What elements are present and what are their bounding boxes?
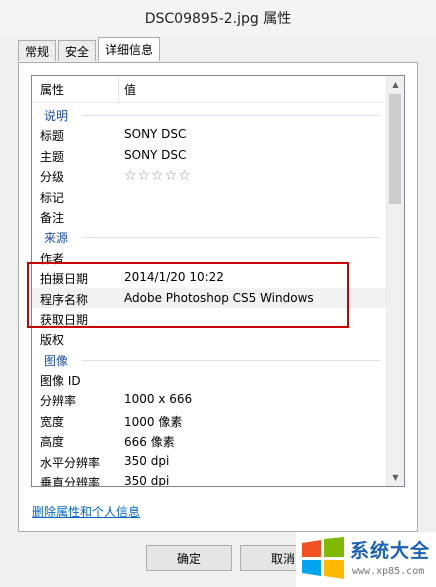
- property-row[interactable]: 分辨率 1000 x 666: [32, 389, 386, 409]
- property-value: SONY DSC: [124, 147, 187, 162]
- column-separator[interactable]: [118, 76, 119, 102]
- rating-stars-icon[interactable]: ☆☆☆☆☆: [124, 168, 192, 184]
- title-bar: DSC09895-2.jpg 属性: [0, 0, 436, 36]
- scroll-down-icon[interactable]: ▼: [387, 469, 404, 486]
- property-value: 350 dpi: [124, 474, 170, 487]
- group-header[interactable]: 来源: [32, 226, 386, 246]
- window-title: DSC09895-2.jpg 属性: [144, 11, 292, 27]
- property-label: 水平分辨率: [40, 455, 101, 470]
- property-value: 1000 像素: [124, 414, 183, 429]
- group-label: 说明: [44, 109, 69, 123]
- property-row[interactable]: 备注: [32, 206, 386, 226]
- property-row[interactable]: 宽度 1000 像素: [32, 410, 386, 430]
- tab-details[interactable]: 详细信息: [98, 37, 161, 61]
- property-label: 高度: [40, 435, 65, 450]
- tab-strip: 常规 安全 详细信息: [18, 37, 162, 62]
- group-header[interactable]: 图像: [32, 349, 386, 369]
- ok-button[interactable]: 确定: [146, 545, 232, 571]
- tab-security[interactable]: 安全: [58, 40, 97, 61]
- remove-properties-link[interactable]: 删除属性和个人信息: [32, 503, 140, 520]
- property-label: 备注: [40, 210, 65, 225]
- group-divider: [82, 115, 380, 116]
- scroll-up-icon[interactable]: ▲: [387, 76, 404, 93]
- list-header: 属性 值: [32, 76, 386, 103]
- highlight-box: [27, 262, 349, 328]
- property-row[interactable]: 版权: [32, 328, 386, 348]
- property-label: 图像 ID: [40, 374, 81, 389]
- property-label: 分辨率: [40, 394, 77, 409]
- property-value: 350 dpi: [124, 453, 170, 468]
- vertical-scrollbar[interactable]: ▲ ▼: [386, 76, 404, 486]
- property-value: 1000 x 666: [124, 392, 193, 407]
- column-header-value[interactable]: 值: [124, 81, 136, 98]
- group-label: 图像: [44, 353, 69, 368]
- property-label: 垂直分辨率: [40, 476, 101, 487]
- property-label: 标题: [40, 129, 65, 144]
- property-row[interactable]: 主题 SONY DSC: [32, 145, 386, 165]
- property-row[interactable]: 分级 ☆☆☆☆☆: [32, 165, 386, 185]
- property-label: 版权: [40, 333, 65, 348]
- group-divider: [82, 237, 380, 239]
- property-row[interactable]: 垂直分辨率 350 dpi: [32, 471, 386, 487]
- group-divider: [82, 359, 380, 361]
- watermark-url: www.xp85.com: [352, 566, 425, 577]
- watermark-title: 系统大全: [350, 540, 431, 562]
- scroll-thumb[interactable]: [389, 94, 401, 204]
- property-row[interactable]: 图像 ID: [32, 369, 386, 389]
- tab-general[interactable]: 常规: [18, 40, 57, 61]
- property-row[interactable]: 水平分辨率 350 dpi: [32, 451, 386, 471]
- property-label: 主题: [40, 149, 65, 164]
- property-label: 宽度: [40, 414, 65, 429]
- site-watermark: 系统大全 www.xp85.com: [296, 532, 436, 587]
- property-row[interactable]: 标记: [32, 186, 386, 206]
- property-row[interactable]: 高度 666 像素: [32, 430, 386, 450]
- group-label: 来源: [44, 231, 69, 246]
- windows-logo-icon: [302, 537, 344, 579]
- property-value: 666 像素: [124, 435, 175, 450]
- property-value: SONY DSC: [124, 127, 187, 142]
- property-label: 分级: [40, 170, 65, 185]
- column-header-property[interactable]: 属性: [40, 81, 64, 98]
- property-row[interactable]: 标题 SONY DSC: [32, 124, 386, 144]
- group-header[interactable]: 说明: [32, 104, 386, 124]
- property-label: 标记: [40, 190, 65, 205]
